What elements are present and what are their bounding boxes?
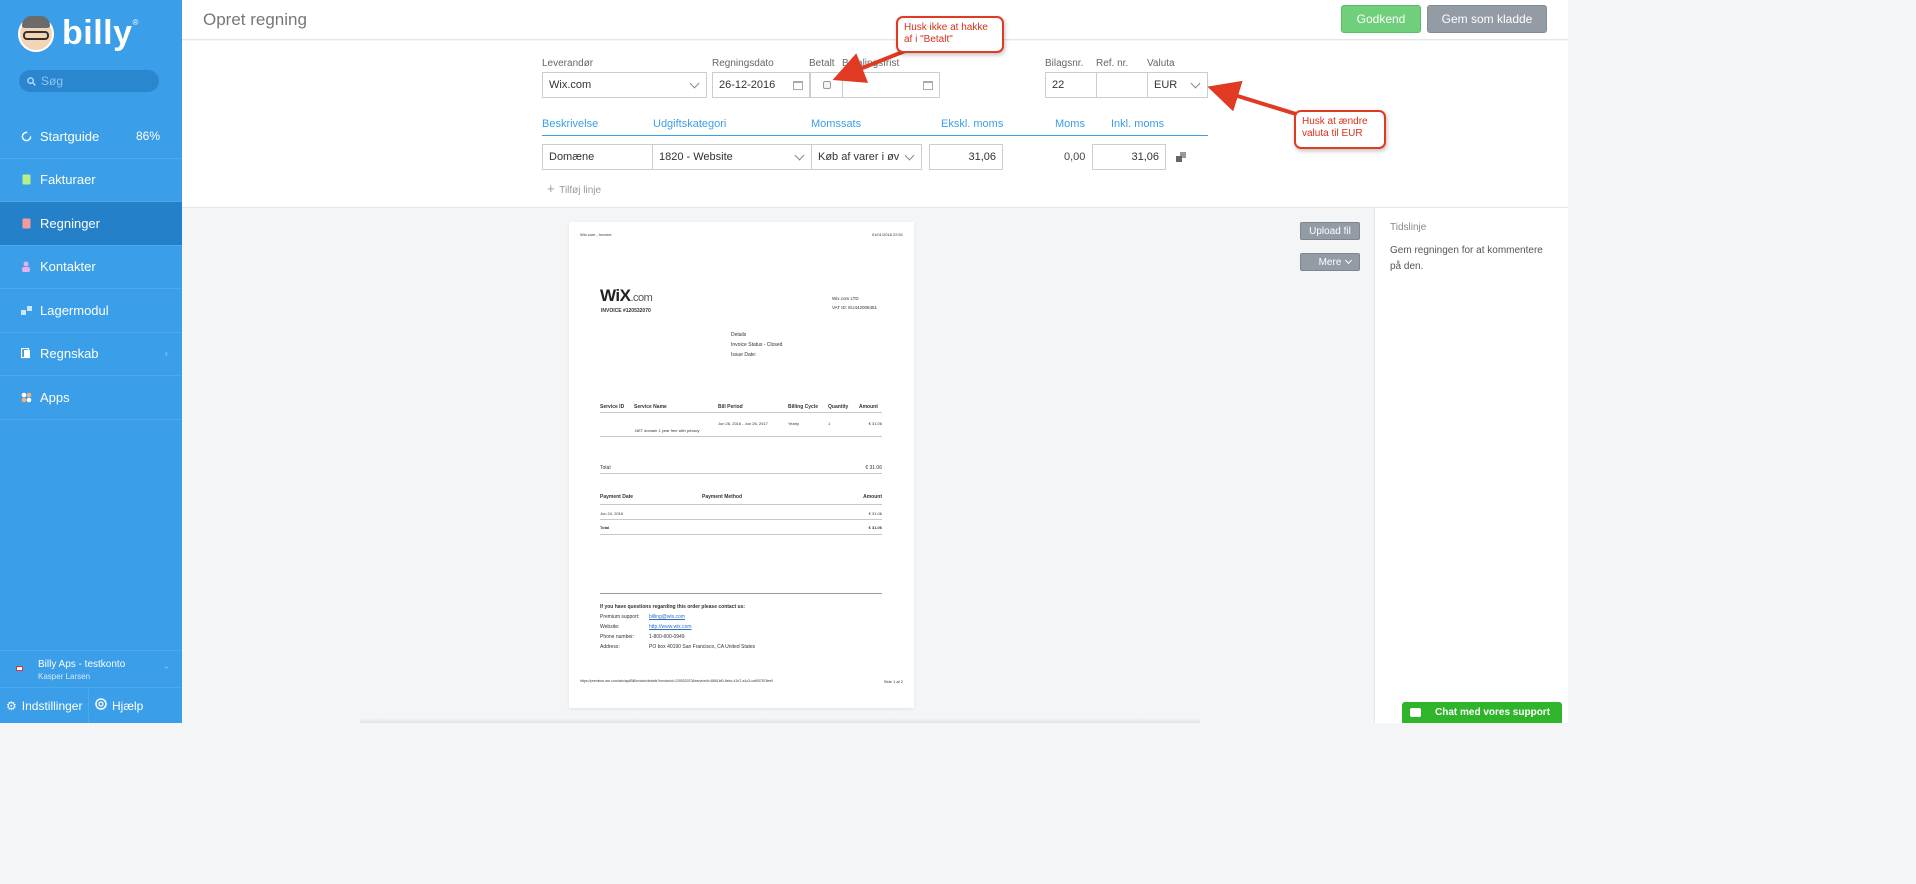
currency-arrow — [1207, 80, 1297, 116]
doc-divider — [600, 436, 882, 437]
doc-row-name: .NET domain 1 year free with privacy — [634, 428, 700, 433]
doc-col-bill-period: Bill Period — [718, 404, 743, 410]
doc-divider — [600, 593, 882, 594]
doc-row-qty: 1 — [828, 421, 831, 426]
doc-col-service-id: Service ID — [600, 404, 625, 410]
doc-row-cycle: Yearly — [788, 421, 799, 426]
invoice-document: Wix.com - Invoice 01/01/2018 22:51 WiX.c… — [569, 222, 914, 708]
chat-support-button[interactable]: Chat med vores support — [1402, 702, 1562, 723]
timeline-title: Tidslinje — [1390, 222, 1427, 233]
details-title: Details — [731, 332, 747, 338]
doc-divider — [600, 473, 882, 474]
doc-header-right: 01/01/2018 22:51 — [871, 232, 903, 237]
doc-header-left: Wix.com - Invoice — [580, 232, 612, 237]
timeline-text: Gem regningen for at kommentere på den. — [1390, 245, 1543, 272]
doc-footer-url: https://premium.wix.com/wix/api/BillInvo… — [580, 679, 774, 683]
doc-divider — [600, 519, 882, 520]
doc-col-billing-cycle: Billing Cycle — [788, 404, 819, 410]
doc-address-value: PO box 40190 San Francisco, CA United St… — [649, 644, 756, 650]
doc-footer-page: Side 1 af 2 — [883, 679, 903, 684]
paid-callout: Husk ikke at hakke af i "Betalt" — [896, 16, 1004, 53]
doc-col-quantity: Quantity — [828, 404, 849, 410]
doc-pay-col-date: Payment Date — [600, 494, 634, 500]
invoice-status: Invoice Status - Closed — [731, 342, 783, 348]
currency-callout: Husk at ændre valuta til EUR — [1294, 110, 1386, 149]
chat-bubble-icon — [1410, 708, 1421, 717]
invoice-number: INVOICE #120532070 — [601, 308, 651, 314]
doc-premium-link[interactable]: billing@wix.com — [649, 614, 685, 620]
doc-pay-amount: € 31.06 — [868, 511, 882, 516]
bottom-shadow — [360, 718, 1200, 723]
doc-pay-date: Jun 24, 2016 — [600, 511, 624, 516]
doc-col-amount: Amount — [859, 404, 878, 410]
doc-divider — [600, 504, 882, 505]
company-name: Wix.com LTD — [832, 296, 859, 301]
doc-website-label: Website: — [600, 624, 620, 630]
doc-premium-label: Premium support: — [600, 614, 640, 620]
doc-pay-col-method: Payment Method — [702, 494, 743, 500]
doc-total-value: € 31.06 — [865, 465, 882, 471]
issue-date: Issue Date: — [731, 352, 757, 358]
doc-col-service-name: Service Name — [634, 404, 667, 410]
doc-phone-value: 1-800-600-0949 — [649, 634, 685, 640]
doc-row-period: Jun 26, 2016 - Jun 26, 2017 — [718, 421, 768, 426]
doc-address-label: Address: — [600, 644, 620, 650]
doc-pay-total-value: € 31.06 — [868, 525, 882, 530]
more-label: Mere — [1318, 256, 1342, 268]
wix-logo: WiX.com — [600, 286, 653, 305]
vat-id: VAT ID: EU442008451 — [832, 305, 878, 310]
chat-label: Chat med vores support — [1435, 707, 1551, 718]
paid-arrow — [832, 49, 906, 83]
doc-pay-col-amount: Amount — [863, 494, 882, 500]
chevron-down-icon — [1344, 256, 1353, 265]
doc-contact-title: If you have questions regarding this ord… — [600, 604, 746, 610]
doc-total-label: Total — [600, 465, 611, 471]
doc-pay-total-label: Total — [600, 525, 610, 530]
doc-row-amount: € 31.06 — [868, 421, 882, 426]
upload-file-button[interactable]: Upload fil — [1300, 222, 1360, 240]
doc-website-link[interactable]: http://www.wix.com — [649, 624, 692, 630]
doc-divider — [600, 412, 882, 413]
doc-divider — [600, 534, 882, 535]
more-button[interactable]: Mere — [1300, 253, 1360, 271]
timeline-panel: Tidslinje Gem regningen for at kommenter… — [1374, 208, 1568, 723]
doc-phone-label: Phone number: — [600, 634, 635, 640]
